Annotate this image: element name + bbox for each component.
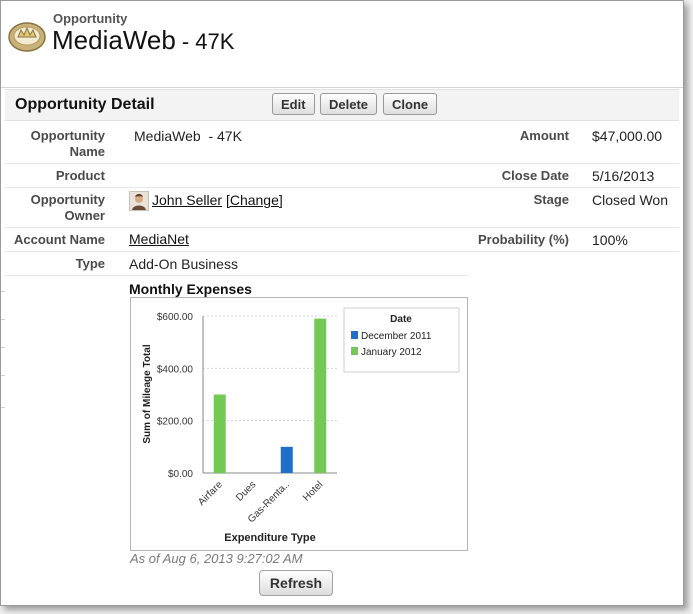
record-suffix: - 47K	[181, 29, 235, 54]
change-owner-link[interactable]: [Change]	[226, 192, 283, 208]
amount-value: $47,000.00	[592, 128, 663, 144]
bar-chart: $0.00$200.00$400.00$600.00Airfare DuesGas…	[142, 307, 460, 544]
header-divider	[1, 87, 683, 88]
bar	[314, 318, 327, 473]
x-tick-label: Hotel	[301, 479, 325, 503]
chart-timestamp: As of Aug 6, 2013 9:27:02 AM	[130, 551, 303, 566]
y-axis-title: Sum of Mileage Total	[142, 344, 153, 443]
bar	[280, 446, 293, 473]
amount-label: Amount	[519, 128, 569, 143]
gutter-line	[1, 347, 5, 348]
close-date-label: Close Date	[501, 168, 569, 183]
legend-title: Date	[390, 314, 412, 325]
row-divider	[5, 187, 679, 188]
user-photo-icon	[132, 194, 146, 210]
x-tick-label: Dues	[234, 479, 258, 503]
record-title: MediaWeb - 47K	[52, 25, 234, 56]
edit-button[interactable]: Edit	[272, 93, 315, 115]
stage-label: Stage	[533, 192, 569, 207]
legend-label: January 2012	[361, 347, 422, 358]
row-divider	[5, 227, 679, 228]
refresh-button[interactable]: Refresh	[259, 570, 333, 596]
y-tick-label: $200.00	[157, 417, 194, 428]
legend-swatch	[351, 347, 358, 355]
owner-value: John Seller [Change]	[152, 192, 283, 208]
chart-title: Monthly Expenses	[129, 281, 252, 297]
type-label: Type	[75, 256, 105, 271]
y-tick-label: $0.00	[168, 469, 193, 480]
opportunity-page: Opportunity MediaWeb - 47K Opportunity De…	[0, 0, 684, 606]
opportunity-name-label: Opportunity Name	[30, 128, 105, 159]
probability-value: 100%	[592, 232, 628, 248]
owner-avatar	[129, 191, 149, 211]
delete-button[interactable]: Delete	[320, 93, 378, 115]
x-axis-title: Expenditure Type	[224, 532, 315, 544]
opportunity-name-value: MediaWeb - 47K	[134, 128, 242, 144]
report-chart[interactable]: $0.00 $200.00 $400.00 $600.00 Airfare Dues Gas…	[130, 297, 468, 551]
account-name-label: Account Name	[13, 232, 105, 247]
x-tick-label: Airfare	[196, 479, 225, 508]
product-label: Product	[55, 168, 105, 183]
gutter-line	[1, 375, 5, 376]
owner-name-link[interactable]: John Seller	[152, 192, 222, 208]
gutter-line	[1, 319, 5, 320]
opportunity-crown-icon	[8, 22, 46, 52]
row-divider	[5, 251, 679, 252]
row-divider	[5, 275, 467, 276]
bar	[213, 394, 226, 473]
clone-button[interactable]: Clone	[383, 93, 438, 115]
object-type-label: Opportunity	[53, 11, 128, 26]
account-name-value: MediaNet	[129, 231, 189, 247]
probability-label: Probability (%)	[477, 232, 569, 247]
gutter-line	[1, 407, 5, 408]
y-tick-label: $400.00	[157, 364, 194, 375]
stage-value: Closed Won	[592, 192, 669, 208]
gutter-line	[1, 291, 5, 292]
owner-label: Opportunity Owner	[30, 192, 105, 223]
legend-swatch	[351, 331, 358, 339]
row-divider	[5, 163, 679, 164]
type-value: Add-On Business	[129, 256, 238, 272]
detail-section-header: Opportunity Detail Edit Delete Clone	[5, 89, 679, 121]
y-tick-label: $600.00	[157, 312, 194, 323]
legend-label: December 2011	[361, 331, 432, 342]
account-name-link[interactable]: MediaNet	[129, 231, 189, 247]
record-name: MediaWeb	[52, 25, 176, 55]
detail-section-title: Opportunity Detail	[15, 96, 155, 113]
close-date-value: 5/16/2013	[592, 168, 655, 184]
